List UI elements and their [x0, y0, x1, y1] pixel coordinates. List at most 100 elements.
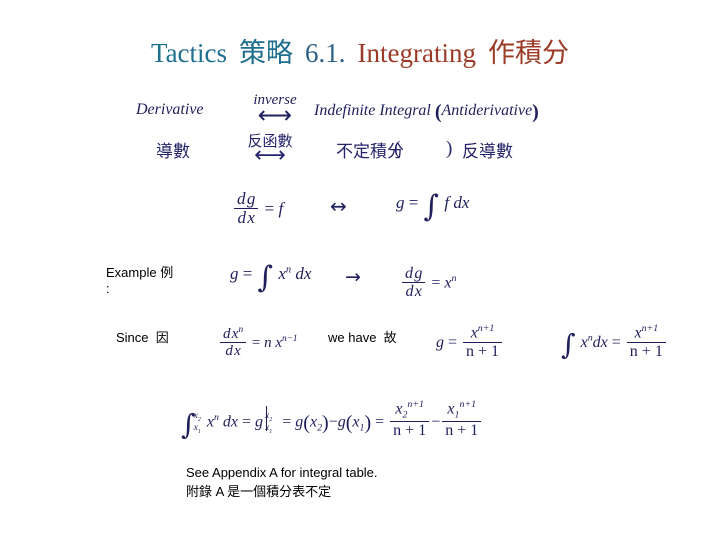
definite-g3: g [337, 413, 346, 431]
int-power-num-x: x [634, 324, 642, 342]
integral-icon: ∫ [561, 328, 576, 362]
g-result-equation: g = xn+1 n + 1 [436, 323, 504, 360]
equivalence-connector-glyph: ↔ [330, 194, 347, 218]
definite-x: x [206, 413, 214, 431]
example-dx: x [303, 264, 312, 283]
definite-minus-1: − [328, 413, 338, 431]
indefinite-integral-text: Indefinite Integral [314, 102, 431, 120]
title-number: 6.1. [305, 38, 346, 68]
definite-f1-den: n + 1 [393, 422, 427, 440]
example-dg-dx-fraction: d g d x [402, 265, 426, 301]
definite-f2-power: n+1 [459, 399, 477, 410]
int-power-den: n + 1 [629, 342, 663, 360]
derivative-term-cjk: 導數 [156, 142, 190, 162]
g-result-num-power: n+1 [477, 323, 495, 334]
we-have-label-cjk: 故 [383, 330, 397, 345]
example-colon: : [106, 281, 110, 297]
antiderivative-paren-open-cjk: ( [394, 139, 400, 159]
definite-equals-1: = [242, 413, 252, 431]
equivalence-rhs-d: d [453, 193, 462, 212]
equivalence-lhs-f: f [278, 199, 284, 219]
dg-dx-den-x: x [247, 208, 255, 228]
dg-dx-num-g: g [246, 189, 256, 208]
since-label-cjk: 因 [155, 330, 169, 345]
g-result-num-x: x [470, 324, 478, 342]
equivalence-rhs-f: f [444, 193, 450, 212]
int-power-x: x [580, 333, 588, 351]
we-have-label: we have 故 [328, 330, 397, 346]
example-x: x [278, 264, 286, 283]
since-label: Since 因 [116, 330, 169, 346]
derivative-term-cjk-text: 導數 [156, 142, 190, 162]
example-result: d g d x = x n [400, 265, 456, 301]
g-result-g: g [436, 333, 444, 351]
antiderivative-cjk-text: 反導數 [462, 142, 513, 162]
power-rule-den-d: d [225, 343, 233, 360]
definite-d: d [222, 413, 231, 431]
equivalence-rhs-g: g [396, 193, 405, 212]
title-tactics-cjk: 策略 [239, 38, 294, 68]
definite-f2-den: n + 1 [445, 422, 479, 440]
example-equation: g = ∫ xn dx [230, 262, 312, 292]
title-tactics: Tactics [150, 38, 228, 68]
example-x-power: n [285, 264, 292, 276]
dg-dx-fraction: d g d x [234, 189, 259, 228]
definite-f2-sub: 1 [454, 409, 460, 421]
definite-integral-equation: ∫ x2 x1 xn dx = g x2 x1 = g(x2)−g(x1) = x2n+… [180, 399, 483, 440]
example-res-den-x: x [414, 283, 422, 301]
int-power-fraction: xn+1 n + 1 [626, 323, 666, 360]
footer-note-cjk-text: 附錄 A 是一個積分表不定 [186, 484, 332, 499]
example-d: d [295, 264, 304, 283]
power-rule-n: n [264, 334, 272, 351]
we-have-label-en: we have [328, 330, 377, 345]
definite-minus-2: − [431, 413, 441, 431]
example-label: Example 例 [106, 265, 173, 281]
example-res-equals: = [431, 274, 441, 292]
example-arrow-glyph: → [345, 266, 361, 288]
inverse-arrow-cjk: 反函數 ⟷ [216, 134, 324, 168]
definite-equals-3: = [375, 413, 385, 431]
power-rule-den-x: x [234, 343, 241, 360]
definite-f1-power: n+1 [407, 399, 425, 410]
eval-upper-sub: 2 [269, 416, 273, 423]
definite-g1: g [255, 413, 264, 431]
int-power-num-exponent: n+1 [641, 323, 659, 334]
example-label-en: Example [106, 265, 157, 280]
equivalence-rhs: g = ∫ f dx [396, 191, 469, 221]
example-label-cjk: 例 [160, 265, 174, 280]
indefinite-integral-term: Indefinite Integral (Antiderivative) [314, 101, 539, 124]
inverse-arrow-cjk-glyph: ⟷ [254, 143, 286, 168]
g-result-den: n + 1 [466, 342, 500, 360]
slide-canvas: Tactics 策略 6.1. Integrating 作積分 Derivative i… [0, 0, 720, 540]
integral-upper-limit-sub: 2 [197, 416, 201, 423]
definite-fraction-1: x2n+1 n + 1 [390, 399, 430, 440]
power-rule-num-d: d [223, 326, 231, 342]
derivative-term-text: Derivative [136, 101, 204, 118]
eval-lower-sub: 1 [269, 428, 273, 435]
definite-g2-arg: x [309, 413, 318, 431]
antiderivative-paren-close: ) [532, 101, 539, 123]
definite-x-power: n [213, 412, 219, 424]
int-power-dx: x [600, 333, 608, 351]
integral-limits: x2 x1 [194, 410, 201, 435]
footer-note-en-text: See Appendix A for integral table. [186, 465, 378, 480]
power-rule-x: x [275, 334, 282, 351]
derivative-term: Derivative [136, 101, 204, 119]
example-colon-text: : [106, 281, 110, 296]
integral-icon: ∫ [423, 188, 440, 224]
definite-fraction-2: x1n+1 n + 1 [442, 399, 482, 440]
integral-lower-limit-sub: 1 [197, 428, 201, 435]
equivalence-connector: ↔ [330, 194, 347, 218]
example-arrow: → [345, 266, 361, 288]
footer-note-cjk: 附錄 A 是一個積分表不定 [186, 482, 331, 501]
g-result-fraction: xn+1 n + 1 [463, 323, 503, 360]
dg-dx-num-d: d [237, 189, 246, 208]
power-rule-num-power: n [238, 325, 244, 335]
since-label-en: Since [116, 330, 149, 345]
footer-note-en: See Appendix A for integral table. [186, 463, 378, 482]
page-title: Tactics 策略 6.1. Integrating 作積分 [0, 36, 720, 70]
evaluation-limits: x2 x1 [265, 410, 273, 435]
g-result-equals: = [448, 333, 458, 351]
dg-dx-den-d: d [237, 208, 246, 228]
integral-icon: ∫ [257, 259, 274, 295]
